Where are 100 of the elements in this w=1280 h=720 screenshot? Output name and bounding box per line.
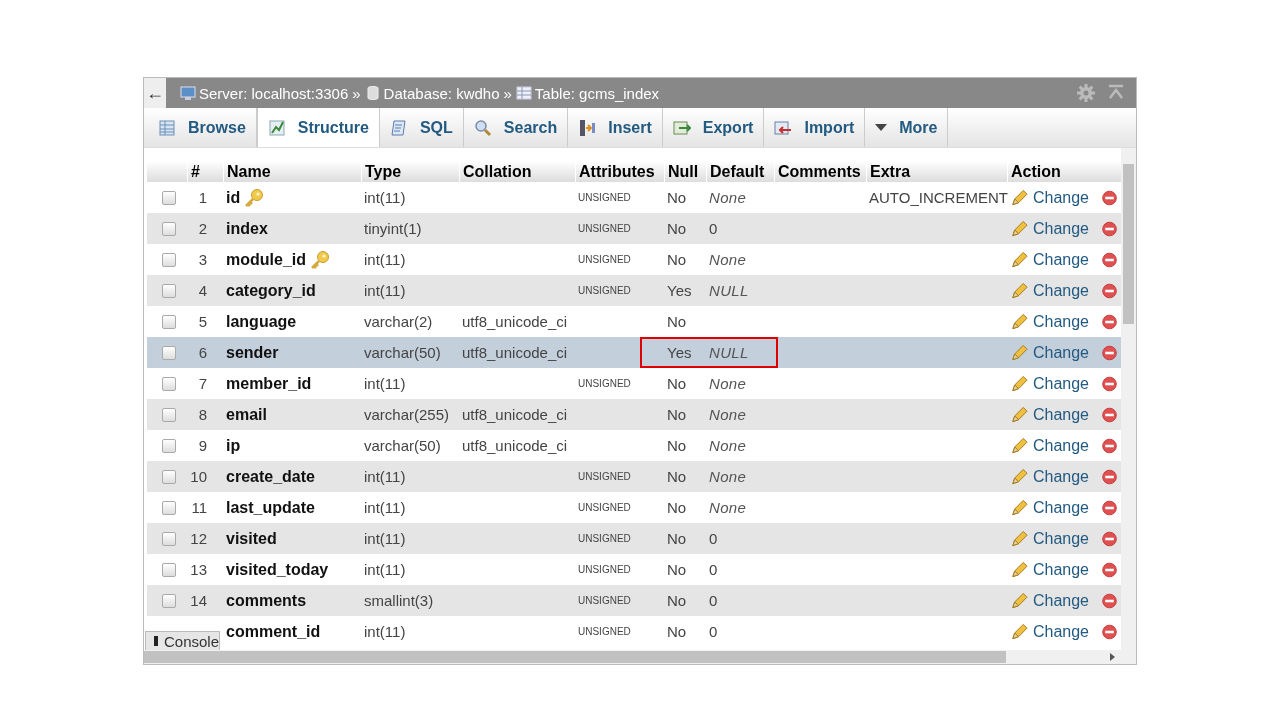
row-number: 2 [198, 220, 207, 237]
type-cell: int(11) [364, 530, 406, 547]
field-name: module_id [226, 250, 306, 269]
change-link[interactable]: Change [1032, 622, 1089, 641]
back-button[interactable]: ← [144, 78, 166, 108]
default-cell: NULL [709, 282, 749, 299]
field-name: category_id [226, 281, 316, 300]
chart-icon [267, 118, 286, 137]
tab[interactable]: Structure [256, 108, 380, 147]
table-row[interactable]: 8 email varchar(255) utf8_unicode_ci No None Change [147, 399, 1121, 430]
tab[interactable]: Search [463, 108, 569, 147]
field-name: member_id [226, 374, 312, 393]
tab[interactable]: SQL [379, 108, 464, 147]
breadcrumb-link[interactable]: Database: kwdho [383, 84, 500, 102]
row-checkbox[interactable] [162, 345, 176, 360]
caret-icon [875, 124, 888, 131]
delete-icon[interactable] [1100, 250, 1118, 269]
breadcrumb-separator: » [352, 84, 361, 102]
row-checkbox[interactable] [162, 376, 176, 391]
table-row[interactable]: 6 sender varchar(50) utf8_unicode_ci Yes NULL Change [147, 337, 1121, 368]
row-checkbox[interactable] [162, 190, 176, 205]
pencil-icon [1010, 466, 1029, 487]
delete-icon[interactable] [1100, 467, 1118, 486]
delete-icon[interactable] [1100, 188, 1118, 207]
delete-icon[interactable] [1100, 591, 1118, 610]
collation-cell: utf8_unicode_ci [462, 437, 568, 454]
field-name: comments [226, 591, 307, 610]
change-link[interactable]: Change [1032, 529, 1089, 548]
table-row[interactable]: 14 comments smallint(3) UNSIGNED No 0 Change [147, 585, 1121, 616]
field-name: language [226, 312, 297, 331]
row-checkbox[interactable] [162, 252, 176, 267]
tab[interactable]: More [865, 108, 949, 147]
field-name: last_update [226, 498, 315, 517]
delete-icon[interactable] [1100, 312, 1118, 331]
row-checkbox[interactable] [162, 469, 176, 484]
tab[interactable]: Browse [148, 108, 257, 147]
breadcrumb-link[interactable]: Server: localhost:3306 [199, 84, 349, 102]
delete-icon[interactable] [1100, 219, 1118, 238]
change-link[interactable]: Change [1032, 467, 1089, 486]
change-link[interactable]: Change [1032, 188, 1089, 207]
type-cell: varchar(2) [364, 313, 433, 330]
null-cell: Yes [667, 282, 692, 299]
delete-icon[interactable] [1100, 374, 1118, 393]
delete-icon[interactable] [1100, 560, 1118, 579]
null-cell: No [667, 499, 687, 516]
insert-icon [578, 118, 597, 137]
row-checkbox[interactable] [162, 438, 176, 453]
delete-icon[interactable] [1100, 343, 1118, 362]
change-link[interactable]: Change [1032, 343, 1089, 362]
row-checkbox[interactable] [162, 283, 176, 298]
pencil-icon [1010, 528, 1029, 549]
change-link[interactable]: Change [1032, 560, 1089, 579]
row-number: 6 [198, 344, 207, 361]
change-link[interactable]: Change [1032, 219, 1089, 238]
row-number: 7 [198, 375, 207, 392]
delete-icon[interactable] [1100, 498, 1118, 517]
delete-icon[interactable] [1100, 436, 1118, 455]
row-checkbox[interactable] [162, 500, 176, 515]
pencil-icon [1010, 497, 1029, 518]
table-row[interactable]: 12 visited int(11) UNSIGNED No 0 Change [147, 523, 1121, 554]
default-cell: None [709, 468, 747, 485]
change-link[interactable]: Change [1032, 405, 1089, 424]
change-link[interactable]: Change [1032, 312, 1089, 331]
extra-cell: AUTO_INCREMENT [869, 189, 1008, 206]
null-cell: No [667, 189, 687, 206]
console-button[interactable]: Console [145, 631, 220, 650]
change-link[interactable]: Change [1032, 591, 1089, 610]
change-link[interactable]: Change [1032, 374, 1089, 393]
settings-icon[interactable] [1076, 83, 1096, 103]
change-link[interactable]: Change [1032, 250, 1089, 269]
row-checkbox[interactable] [162, 407, 176, 422]
change-link[interactable]: Change [1032, 436, 1089, 455]
attributes-cell: UNSIGNED [578, 564, 631, 575]
breadcrumb-link[interactable]: Table: gcms_index [534, 84, 660, 102]
change-link[interactable]: Change [1032, 281, 1089, 300]
tab[interactable]: Import [764, 108, 866, 147]
row-checkbox[interactable] [162, 314, 176, 329]
row-checkbox[interactable] [162, 562, 176, 577]
pencil-icon [1010, 218, 1029, 239]
field-name: index [226, 219, 268, 238]
tab[interactable]: Insert [568, 108, 663, 147]
delete-icon[interactable] [1100, 622, 1118, 641]
vertical-scrollbar[interactable] [1121, 148, 1136, 650]
attributes-cell: UNSIGNED [578, 192, 631, 203]
row-checkbox[interactable] [162, 221, 176, 236]
row-checkbox[interactable] [162, 531, 176, 546]
default-cell: None [709, 499, 747, 516]
delete-icon[interactable] [1100, 281, 1118, 300]
document-icon [389, 118, 408, 137]
tab[interactable]: Export [662, 108, 765, 147]
row-checkbox[interactable] [162, 593, 176, 608]
table-row[interactable]: 2 index tinyint(1) UNSIGNED No 0 Change [147, 213, 1121, 244]
delete-icon[interactable] [1100, 405, 1118, 424]
delete-icon[interactable] [1100, 529, 1118, 548]
horizontal-scrollbar[interactable] [144, 650, 1136, 664]
table-row[interactable]: 10 create_date int(11) UNSIGNED No None Change [147, 461, 1121, 492]
change-link[interactable]: Change [1032, 498, 1089, 517]
table-row[interactable]: 4 category_id int(11) UNSIGNED Yes NULL Change [147, 275, 1121, 306]
null-cell: No [667, 437, 687, 454]
default-cell: 0 [709, 623, 718, 640]
